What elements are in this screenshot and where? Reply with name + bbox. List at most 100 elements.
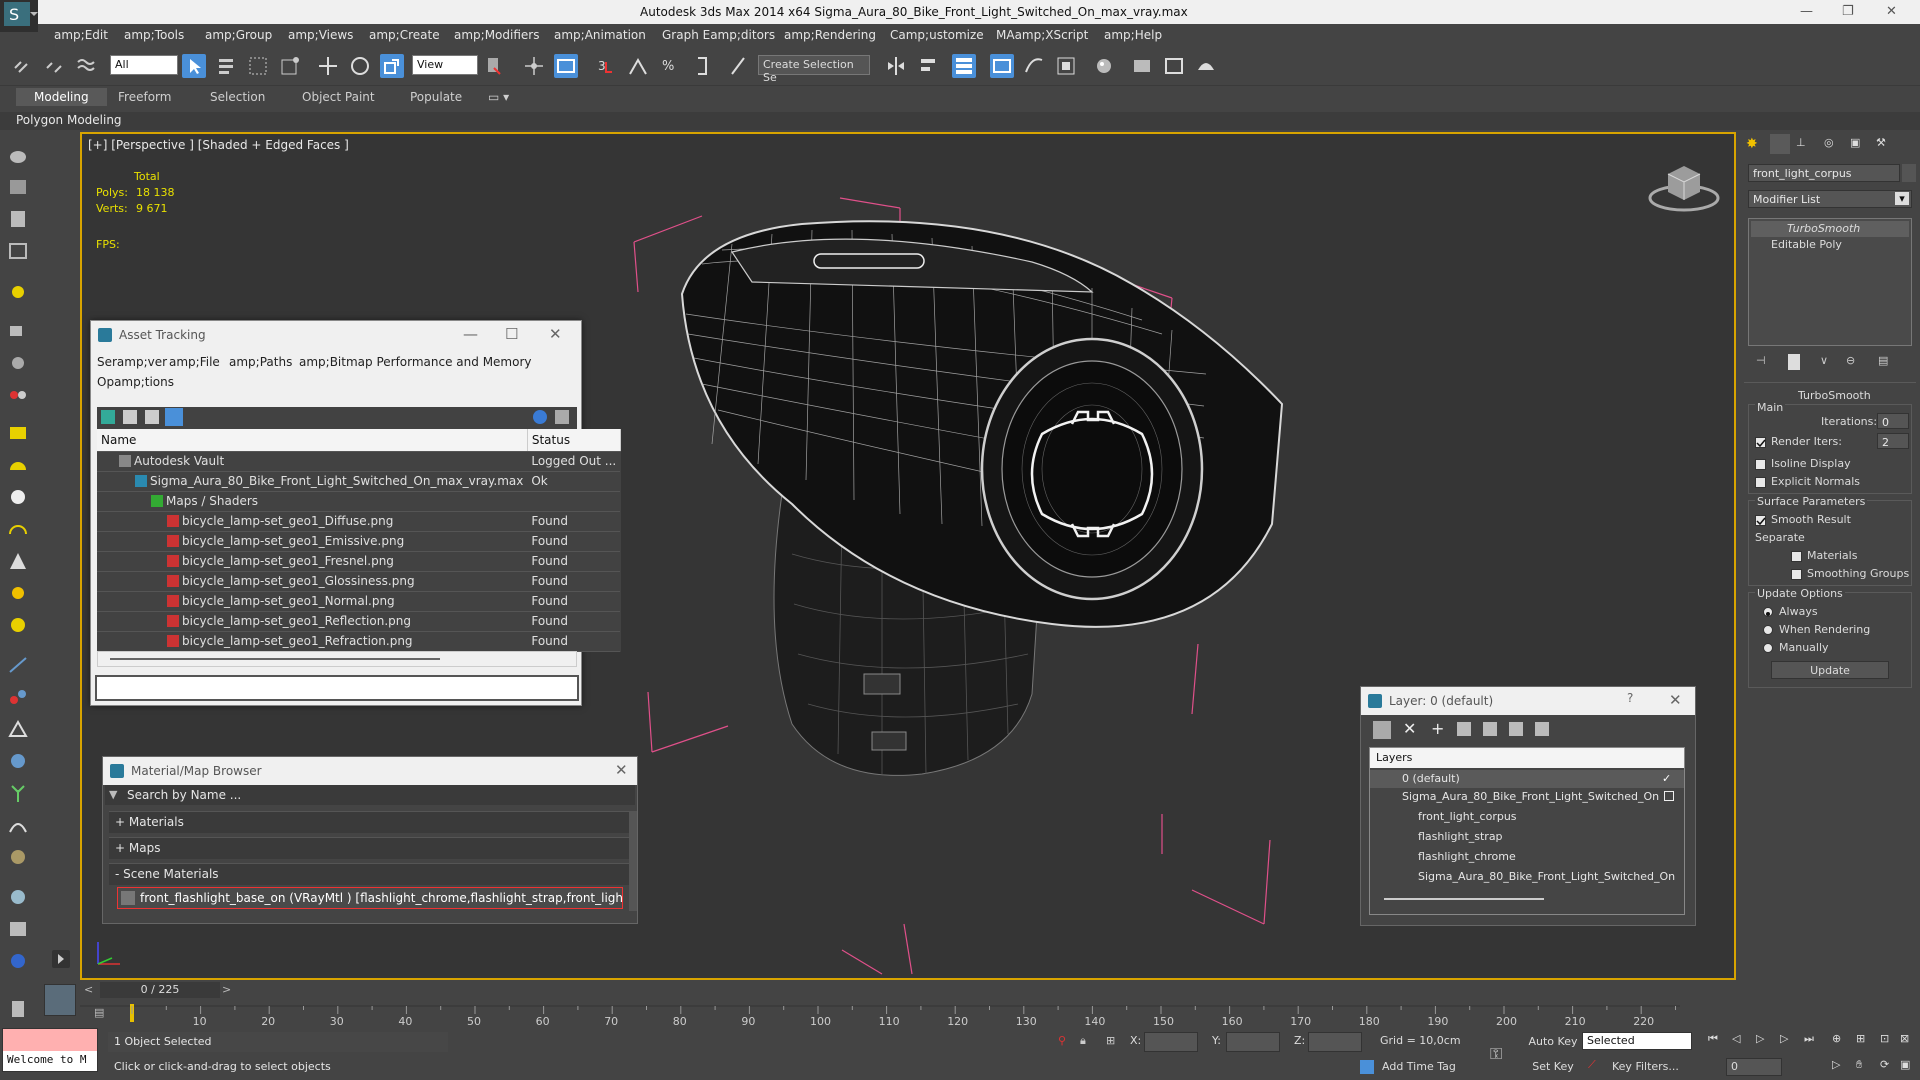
mini-curve-editor-toggle[interactable] — [44, 984, 76, 1016]
table-row[interactable]: Autodesk Vault Logged Out ... — [97, 451, 621, 472]
path-field[interactable] — [95, 675, 579, 701]
display-tab-icon[interactable]: ▣ — [1850, 136, 1860, 149]
select-objects-icon[interactable] — [1457, 722, 1471, 736]
bind-spacewarp-icon[interactable] — [74, 54, 98, 78]
search-options-icon[interactable]: ▼ — [109, 788, 117, 801]
menu-modifiers[interactable]: amp;Modifiers — [454, 28, 539, 42]
isoline-display-checkbox[interactable] — [1755, 459, 1766, 470]
layer-item[interactable]: front_light_corpus — [1380, 810, 1517, 823]
modifier-list-dropdown[interactable]: Modifier List ▾ — [1748, 190, 1912, 208]
tree-view-icon[interactable] — [145, 410, 159, 424]
material-browser-titlebar[interactable]: Material/Map Browser ✕ — [103, 757, 637, 785]
create-tab-icon[interactable]: ✸ — [1746, 136, 1758, 152]
sun-icon[interactable] — [6, 582, 30, 604]
plant-icon[interactable] — [6, 782, 30, 804]
menu-bitmap-performance[interactable]: amp;Bitmap Performance and Memory — [299, 355, 532, 369]
play-icon[interactable]: ▷ — [1756, 1032, 1764, 1045]
pin-stack-icon[interactable]: ⊣ — [1756, 354, 1766, 367]
dome-light-icon[interactable] — [6, 518, 30, 540]
scene-explorer-icon[interactable] — [6, 384, 30, 406]
zoom-region-icon[interactable]: ⊡ — [1880, 1032, 1889, 1045]
zoom-icon[interactable]: ⊕ — [1832, 1032, 1841, 1045]
menu-edit[interactable]: amp;Edit — [54, 28, 108, 42]
smooth-result-checkbox[interactable] — [1755, 515, 1766, 526]
maximize-viewport-icon[interactable]: ⊠ — [1900, 1032, 1909, 1045]
minimize-button[interactable]: — — [1800, 4, 1813, 19]
current-frame-field[interactable]: 0 — [1726, 1058, 1782, 1076]
column-name[interactable]: Name — [97, 429, 528, 452]
object-name-field[interactable]: front_light_corpus — [1748, 164, 1900, 182]
orb-icon[interactable] — [6, 614, 30, 636]
scene-material-item[interactable]: front_flashlight_base_on (VRayMtl ) [fla… — [117, 887, 623, 909]
manually-radio[interactable] — [1763, 643, 1773, 653]
table-row[interactable]: bicycle_lamp-set_geo1_Glossiness.png Fou… — [97, 571, 621, 592]
column-status[interactable]: Status — [527, 429, 621, 452]
app-logo-icon[interactable]: S — [0, 0, 38, 32]
table-row[interactable]: bicycle_lamp-set_geo1_Emissive.png Found — [97, 531, 621, 552]
time-slider[interactable]: < 0 / 225 > — [80, 980, 1736, 1000]
maxscript-input[interactable]: Welcome to M — [3, 1051, 97, 1071]
menu-rendering[interactable]: amp;Rendering — [784, 28, 876, 42]
curve-editor-icon[interactable] — [1022, 54, 1046, 78]
make-unique-icon[interactable]: ∨ — [1820, 354, 1828, 367]
cone-icon[interactable] — [6, 550, 30, 572]
expand-toolbar-button[interactable] — [52, 950, 70, 968]
set-key-button[interactable]: Set Key — [1526, 1058, 1580, 1076]
scene-materials-section[interactable]: - Scene Materials — [109, 863, 629, 885]
settings-icon[interactable] — [555, 410, 569, 424]
z-coord-field[interactable] — [1308, 1032, 1362, 1052]
horizontal-scrollbar[interactable] — [1384, 898, 1544, 900]
scale-icon[interactable] — [380, 54, 404, 78]
named-selection-set-select[interactable]: Create Selection Se — [758, 55, 870, 84]
particles-icon[interactable] — [6, 654, 30, 676]
orbit-icon[interactable]: ⟳ — [1880, 1058, 1889, 1071]
open-mini-curve-icon[interactable]: ▤ — [94, 1006, 104, 1019]
time-tag-icon[interactable] — [1360, 1060, 1374, 1074]
x-coord-field[interactable] — [1144, 1032, 1198, 1052]
tab-selection[interactable]: Selection — [210, 90, 265, 104]
object-color-swatch[interactable] — [1902, 164, 1916, 182]
track-bar[interactable]: 10 20 30 40 50 60 70 80 90 100 110 120 130 140 150 160 1… — [80, 1000, 1736, 1028]
menu-file[interactable]: amp;File — [169, 355, 220, 369]
layer-item[interactable]: flashlight_strap — [1380, 830, 1503, 843]
next-key-icon[interactable]: ▷ — [1780, 1032, 1788, 1045]
tab-modeling[interactable]: Modeling — [16, 88, 107, 106]
hair-icon[interactable] — [6, 814, 30, 836]
layer-item[interactable]: 0 (default) ✓ — [1370, 770, 1684, 788]
materials-section[interactable]: + Materials — [109, 811, 629, 833]
asset-tracking-titlebar[interactable]: Asset Tracking — ☐ ✕ — [91, 321, 581, 349]
percent-snap-icon[interactable]: % — [658, 54, 682, 78]
zoom-extents-icon[interactable]: ⊞ — [1856, 1032, 1865, 1045]
material-sphere-icon[interactable] — [6, 886, 30, 908]
script-icon[interactable] — [6, 998, 30, 1020]
menu-tools[interactable]: amp;Tools — [124, 28, 184, 42]
tab-object-paint[interactable]: Object Paint — [302, 90, 375, 104]
render-frame-icon[interactable] — [6, 176, 30, 198]
list-view-icon[interactable] — [123, 410, 137, 424]
keyboard-shortcut-toggle-icon[interactable] — [554, 54, 578, 78]
render-iters-spinner[interactable]: 2 — [1877, 433, 1909, 449]
camera-icon[interactable] — [6, 320, 30, 342]
layer-item[interactable]: Sigma_Aura_80_Bike_Front_Light_Switched_… — [1380, 790, 1674, 803]
constraint-icon[interactable] — [6, 718, 30, 740]
list-icon[interactable] — [6, 208, 30, 230]
ribbon-options-icon[interactable]: ▭ ▾ — [488, 90, 509, 104]
key-icon[interactable]: ⚿ — [1490, 1044, 1502, 1064]
help-button[interactable]: ? — [1627, 691, 1633, 705]
vray-icon[interactable] — [6, 950, 30, 972]
rotate-icon[interactable] — [348, 54, 372, 78]
move-icon[interactable] — [316, 54, 340, 78]
absolute-mode-icon[interactable]: ⊞ — [1106, 1034, 1115, 1047]
link-icon[interactable] — [10, 54, 34, 78]
min-max-toggle-icon[interactable]: ▣ — [1900, 1058, 1910, 1071]
rollout-title[interactable]: TurboSmooth — [1798, 389, 1871, 402]
globe-icon[interactable] — [6, 750, 30, 772]
scrollbar-thumb[interactable] — [110, 658, 440, 660]
grid-icon[interactable] — [6, 240, 30, 262]
menu-maxscript[interactable]: MAamp;XScript — [996, 28, 1088, 42]
rendered-frame-window-icon[interactable] — [1162, 54, 1186, 78]
selection-filter-select[interactable]: All — [110, 55, 178, 75]
tab-populate[interactable]: Populate — [410, 90, 462, 104]
layer-item[interactable]: Sigma_Aura_80_Bike_Front_Light_Switched_… — [1380, 870, 1675, 883]
menu-help[interactable]: amp;Help — [1104, 28, 1162, 42]
